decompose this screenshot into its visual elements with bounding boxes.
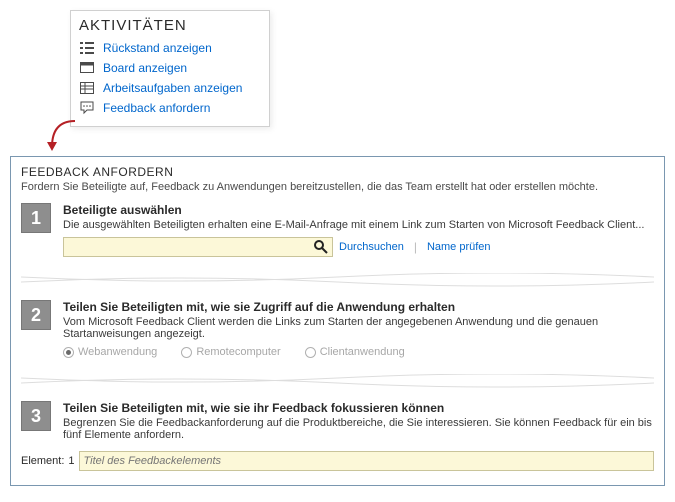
step-1-desc: Die ausgewählten Beteiligten erhalten ei… — [63, 219, 654, 231]
step-2-desc: Vom Microsoft Feedback Client werden die… — [63, 316, 654, 340]
feedback-wizard-title: FEEDBACK ANFORDERN — [21, 165, 654, 179]
torn-separator — [21, 374, 654, 388]
backlog-icon — [79, 40, 95, 56]
step-3-title: Teilen Sie Beteiligten mit, wie sie ihr … — [63, 401, 654, 415]
radio-icon — [63, 347, 74, 358]
radio-icon — [181, 347, 192, 358]
step-3-desc: Begrenzen Sie die Feedbackanforderung au… — [63, 417, 654, 441]
workitems-icon — [79, 80, 95, 96]
feedback-wizard: FEEDBACK ANFORDERN Fordern Sie Beteiligt… — [10, 156, 665, 486]
app-type-radio-group: Webanwendung Remotecomputer Clientanwend… — [63, 346, 654, 358]
radio-icon — [305, 347, 316, 358]
activity-item-label: Feedback anfordern — [103, 101, 210, 115]
activity-item-label: Rückstand anzeigen — [103, 41, 212, 55]
element-title-input[interactable] — [79, 451, 654, 471]
activity-item-backlog[interactable]: Rückstand anzeigen — [79, 38, 261, 58]
radio-label: Webanwendung — [78, 346, 157, 358]
browse-link[interactable]: Durchsuchen — [339, 241, 404, 253]
radio-client[interactable]: Clientanwendung — [305, 346, 405, 358]
search-icon[interactable] — [313, 239, 329, 255]
callout-arrow — [40, 117, 80, 157]
activity-item-label: Board anzeigen — [103, 61, 187, 75]
element-index: 1 — [68, 455, 74, 467]
step-3: 3 Teilen Sie Beteiligten mit, wie sie ih… — [21, 401, 654, 447]
radio-label: Clientanwendung — [320, 346, 405, 358]
torn-separator — [21, 273, 654, 287]
step-number: 3 — [21, 401, 51, 431]
radio-remote[interactable]: Remotecomputer — [181, 346, 280, 358]
activities-list: Rückstand anzeigen Board anzeigen Ar — [79, 38, 261, 118]
feedback-wizard-intro: Fordern Sie Beteiligte auf, Feedback zu … — [21, 181, 654, 193]
step-2-title: Teilen Sie Beteiligten mit, wie sie Zugr… — [63, 300, 654, 314]
element-label: Element: — [21, 455, 64, 467]
activity-item-label: Arbeitsaufgaben anzeigen — [103, 81, 242, 95]
radio-label: Remotecomputer — [196, 346, 280, 358]
radio-web[interactable]: Webanwendung — [63, 346, 157, 358]
activity-item-feedback[interactable]: Feedback anfordern — [79, 98, 261, 118]
feedback-icon — [79, 100, 95, 116]
step-number: 1 — [21, 203, 51, 233]
activity-item-board[interactable]: Board anzeigen — [79, 58, 261, 78]
stakeholder-search-input[interactable] — [63, 237, 333, 257]
check-name-link[interactable]: Name prüfen — [427, 241, 491, 253]
activity-item-workitems[interactable]: Arbeitsaufgaben anzeigen — [79, 78, 261, 98]
step-2: 2 Teilen Sie Beteiligten mit, wie sie Zu… — [21, 300, 654, 358]
board-icon — [79, 60, 95, 76]
step-1-title: Beteiligte auswählen — [63, 203, 654, 217]
activities-panel: AKTIVITÄTEN Rückstand anzeigen Board anz… — [70, 10, 270, 127]
step-1: 1 Beteiligte auswählen Die ausgewählten … — [21, 203, 654, 257]
element-row: Element: 1 — [21, 451, 654, 471]
step-number: 2 — [21, 300, 51, 330]
separator: | — [414, 240, 417, 254]
activities-title: AKTIVITÄTEN — [79, 17, 261, 34]
